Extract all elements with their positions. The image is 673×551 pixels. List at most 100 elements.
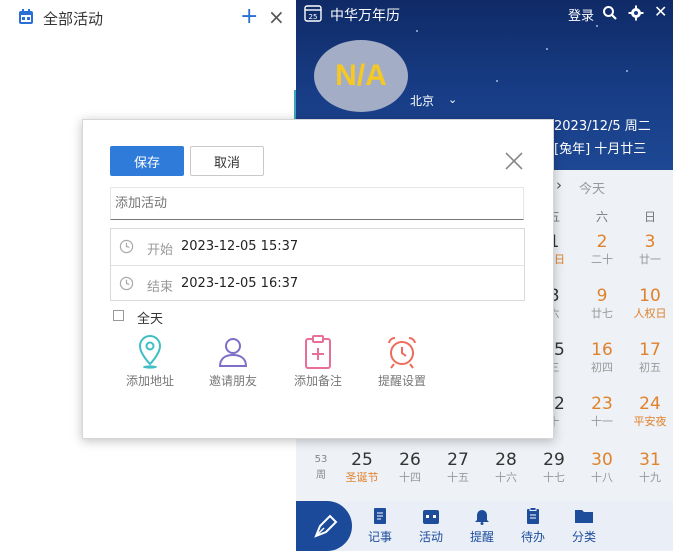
day-lunar: 十七 [543, 471, 565, 484]
tab-label: 记事 [367, 530, 392, 544]
close-icon[interactable] [503, 150, 525, 172]
day-cell[interactable]: 10 人权日 [626, 286, 673, 322]
clipboard-icon [527, 507, 539, 524]
action-label: 添加备注 [293, 374, 342, 388]
tab-notes[interactable]: 记事 [360, 507, 400, 545]
location-pin-icon [138, 334, 162, 369]
activity-title-input[interactable] [110, 187, 524, 220]
tab-reminders[interactable]: 提醒 [462, 507, 502, 545]
day-number: 3 [644, 232, 656, 252]
start-label: 开始 [147, 243, 174, 258]
app-title: 中华万年历 [330, 8, 400, 24]
today-button[interactable]: 今天 [579, 178, 605, 197]
current-date: 2023/12/5 周二 [554, 119, 651, 134]
panel-header: 全部活动 + × [0, 0, 296, 36]
day-number: 17 [639, 340, 661, 360]
day-number: 26 [399, 450, 421, 470]
day-lunar: 平安夜 [633, 415, 667, 428]
next-month-icon[interactable]: › [556, 176, 562, 194]
day-cell[interactable]: 26 十四 [386, 450, 434, 486]
day-number: 28 [495, 450, 517, 470]
week-number-value: 53 [314, 454, 328, 465]
day-cell[interactable]: 28 十六 [482, 450, 530, 486]
day-number: 24 [639, 394, 661, 414]
reminder-settings-button[interactable]: 提醒设置 [367, 334, 437, 389]
tab-todo[interactable]: 待办 [513, 507, 553, 545]
day-lunar: 二十 [591, 253, 613, 266]
close-icon[interactable]: × [268, 5, 285, 29]
star [416, 30, 418, 32]
day-number: 25 [351, 450, 373, 470]
day-number: 16 [591, 340, 613, 360]
add-note-icon [305, 335, 331, 369]
search-icon[interactable] [602, 5, 618, 21]
day-cell[interactable]: 30 十八 [578, 450, 626, 486]
day-lunar: 初五 [639, 361, 661, 374]
app-close-icon[interactable]: ✕ [654, 2, 667, 22]
start-time-row[interactable]: 开始 2023-12-05 15:37 [111, 229, 524, 265]
day-lunar: 十九 [639, 471, 661, 484]
allday-checkbox[interactable] [113, 310, 124, 321]
cancel-button[interactable]: 取消 [190, 146, 264, 176]
day-lunar: 人权日 [633, 307, 667, 320]
time-range-box: 开始 2023-12-05 15:37 结束 2023-12-05 16:37 [110, 228, 525, 301]
end-time-row[interactable]: 结束 2023-12-05 16:37 [111, 265, 524, 302]
day-cell[interactable]: 16 初四 [578, 340, 626, 376]
weekday-header: 六 [595, 210, 608, 224]
day-lunar: 初四 [591, 361, 613, 374]
week-number-unit: 周 [316, 470, 326, 481]
day-number: 23 [591, 394, 613, 414]
day-cell[interactable]: 24 平安夜 [626, 394, 673, 430]
person-icon [218, 338, 248, 367]
clock-icon [119, 276, 134, 291]
tab-activities[interactable]: 活动 [411, 507, 451, 545]
day-lunar: 十四 [399, 471, 421, 484]
day-lunar: 十五 [447, 471, 469, 484]
day-cell[interactable]: 9 廿七 [578, 286, 626, 322]
app-icon-day: 25 [309, 13, 318, 21]
day-number: 30 [591, 450, 613, 470]
login-link[interactable]: 登录 [568, 5, 594, 24]
folder-icon [575, 510, 593, 523]
day-cell[interactable]: 27 十五 [434, 450, 482, 486]
star [626, 70, 628, 72]
day-cell[interactable]: 25 圣诞节 [338, 450, 386, 486]
day-cell[interactable]: 31 十九 [626, 450, 673, 486]
day-lunar: 廿一 [639, 253, 661, 266]
day-number: 31 [639, 450, 661, 470]
day-lunar: 十六 [495, 471, 517, 484]
day-cell[interactable]: 29 十七 [530, 450, 578, 486]
new-activity-dialog: 保存 取消 开始 2023-12-05 15:37 结束 2023-12-05 … [82, 119, 554, 439]
add-note-button[interactable]: 添加备注 [283, 334, 353, 389]
tab-label: 活动 [418, 530, 443, 544]
save-button[interactable]: 保存 [110, 146, 184, 176]
gear-icon[interactable] [628, 5, 644, 21]
add-address-button[interactable]: 添加地址 [115, 334, 185, 389]
day-lunar: 十八 [591, 471, 613, 484]
weather-badge: N/A [314, 40, 408, 112]
app-calendar-icon: 25 [304, 5, 322, 22]
weekday-header: 日 [643, 210, 656, 224]
city-selector[interactable]: 北京 [410, 92, 434, 109]
bottom-toolbar: 记事 活动 提醒 待办 分类 [296, 501, 673, 551]
day-number: 27 [447, 450, 469, 470]
calendar-icon [19, 9, 33, 24]
day-cell[interactable]: 23 十一 [578, 394, 626, 430]
invite-friend-button[interactable]: 邀请朋友 [198, 334, 268, 389]
action-label: 邀请朋友 [208, 374, 257, 388]
day-cell[interactable]: 17 初五 [626, 340, 673, 376]
start-value[interactable]: 2023-12-05 15:37 [181, 239, 298, 254]
chevron-down-icon[interactable]: ⌄ [448, 93, 457, 106]
tab-categories[interactable]: 分类 [564, 507, 604, 545]
compose-button[interactable] [296, 501, 352, 551]
day-lunar: 圣诞节 [345, 471, 379, 484]
action-label: 添加地址 [125, 374, 174, 388]
day-cell[interactable]: 3 廿一 [626, 232, 673, 268]
end-value[interactable]: 2023-12-05 16:37 [181, 276, 298, 291]
star [496, 80, 498, 82]
day-number: 10 [639, 286, 661, 306]
day-number: 29 [543, 450, 565, 470]
day-cell[interactable]: 2 二十 [578, 232, 626, 268]
plus-icon[interactable]: + [240, 5, 258, 29]
day-lunar: 十一 [591, 415, 613, 428]
